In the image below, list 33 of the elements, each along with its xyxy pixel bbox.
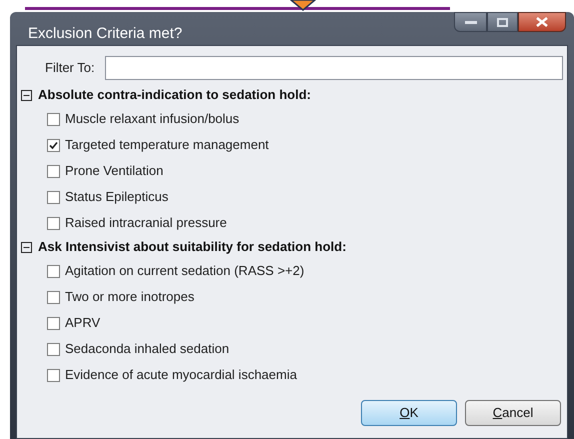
collapse-icon[interactable] bbox=[21, 90, 32, 100]
ok-button[interactable]: OK bbox=[361, 400, 457, 426]
option-label: Raised intracranial pressure bbox=[65, 214, 227, 232]
checkbox[interactable] bbox=[47, 290, 60, 304]
checkbox[interactable] bbox=[47, 368, 60, 382]
option-label: Sedaconda inhaled sedation bbox=[65, 340, 230, 358]
minimize-button[interactable] bbox=[454, 12, 487, 32]
group-heading: Absolute contra-indication to sedation hold: bbox=[38, 86, 311, 104]
option-label: Targeted temperature management bbox=[65, 136, 269, 154]
checkbox[interactable] bbox=[47, 138, 60, 152]
window-title: Exclusion Criteria met? bbox=[27, 24, 184, 44]
option-label: Status Epilepticus bbox=[65, 188, 168, 206]
option-label: APRV bbox=[65, 314, 100, 332]
close-icon bbox=[536, 17, 548, 27]
checkbox[interactable] bbox=[47, 216, 60, 230]
checkbox[interactable] bbox=[47, 112, 60, 126]
collapse-icon[interactable] bbox=[21, 242, 32, 252]
maximize-button[interactable] bbox=[487, 12, 518, 32]
option-label: Muscle relaxant infusion/bolus bbox=[65, 110, 240, 128]
checkbox[interactable] bbox=[47, 190, 60, 204]
cancel-button[interactable]: Cancel bbox=[465, 400, 561, 426]
group-heading: Ask Intensivist about suitability for sedation hold: bbox=[38, 238, 346, 256]
checkbox[interactable] bbox=[47, 164, 60, 178]
option-label: Evidence of acute myocardial ischaemia bbox=[65, 366, 297, 384]
checkbox[interactable] bbox=[47, 342, 60, 356]
filter-label: Filter To: bbox=[45, 59, 96, 78]
filter-input[interactable] bbox=[105, 56, 563, 80]
checkbox[interactable] bbox=[47, 264, 60, 278]
option-label: Agitation on current sedation (RASS >+2) bbox=[65, 262, 304, 280]
option-label: Prone Ventilation bbox=[65, 162, 164, 180]
option-label: Two or more inotropes bbox=[65, 288, 194, 306]
checkbox[interactable] bbox=[47, 316, 60, 330]
close-button[interactable] bbox=[518, 12, 566, 32]
